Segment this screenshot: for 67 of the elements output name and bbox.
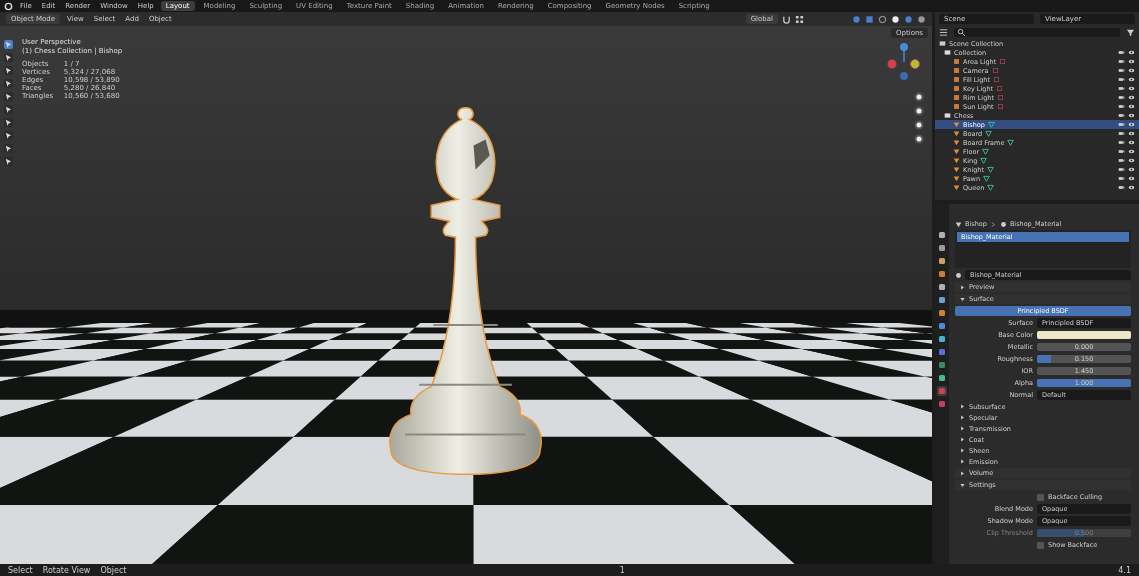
filter-icon[interactable] [1126,28,1135,37]
properties-tab[interactable] [937,334,947,344]
tool-icon[interactable] [4,105,13,114]
properties-tab[interactable] [937,269,947,279]
tool-icon[interactable] [4,131,13,140]
eye-icon[interactable] [1128,148,1135,155]
properties-tab[interactable] [937,321,947,331]
properties-tab[interactable] [937,282,947,292]
snap-magnet-icon[interactable] [782,14,791,24]
properties-tab[interactable] [937,243,947,253]
eye-icon[interactable] [1128,166,1135,173]
properties-tab[interactable] [937,295,947,305]
eye-icon[interactable] [1128,85,1135,92]
tool-icon[interactable] [4,92,13,101]
chevron-right-icon [989,220,997,228]
checkbox[interactable] [1037,493,1044,501]
eye-icon[interactable] [1128,94,1135,101]
properties-tab[interactable] [937,399,947,409]
display-mode-icon[interactable] [939,28,948,37]
properties-tab[interactable] [937,386,947,396]
eye-icon[interactable] [1128,175,1135,182]
search-icon [957,28,966,37]
xray-icon[interactable] [865,14,874,24]
color-swatch[interactable] [1037,331,1131,339]
tool-icon[interactable] [4,79,13,88]
properties-tab[interactable] [937,256,947,266]
wireframe-shading-icon[interactable] [878,14,887,24]
properties-tab[interactable] [937,347,947,357]
mesh-data-icon [1007,139,1015,146]
solid-shading-icon[interactable] [891,14,900,24]
eye-icon[interactable] [1128,49,1135,56]
frame-number: 1 [619,565,625,575]
tool-icon[interactable] [4,144,13,153]
properties-tab[interactable] [937,360,947,370]
eye-icon[interactable] [1128,112,1135,119]
properties-tab[interactable] [937,230,947,240]
eye-icon[interactable] [1128,103,1135,110]
tool-icon[interactable] [4,53,13,62]
properties-tab[interactable] [937,373,947,383]
render-shading-icon[interactable] [917,14,926,24]
checkbox[interactable] [1037,541,1044,549]
view-overlay-icon[interactable] [852,14,861,24]
tool-icon[interactable] [4,118,13,127]
eye-icon[interactable] [1128,184,1135,191]
version-label: 4.1 [1118,565,1131,575]
eye-icon[interactable] [1128,121,1135,128]
eye-icon[interactable] [1128,139,1135,146]
scene-collection-icon [939,40,946,47]
status-hint: Select [8,565,33,575]
tool-icon[interactable] [4,157,13,166]
eye-icon[interactable] [1128,58,1135,65]
material-sphere-icon [955,271,962,279]
eye-icon[interactable] [1128,157,1135,164]
tool-icon[interactable] [4,40,13,49]
tool-icon[interactable] [4,66,13,75]
collection-icon [944,49,951,56]
material-sphere-icon [999,220,1007,228]
eye-icon[interactable] [1128,67,1135,74]
search-field[interactable] [954,28,1120,37]
grid-icon[interactable] [795,14,804,24]
eye-icon[interactable] [1128,76,1135,83]
mesh-object-icon [955,220,962,228]
material-shading-icon[interactable] [904,14,913,24]
status-hint: Rotate View [42,565,91,575]
status-hint: Object [100,565,127,575]
eye-icon[interactable] [1128,130,1135,137]
properties-tab[interactable] [937,308,947,318]
